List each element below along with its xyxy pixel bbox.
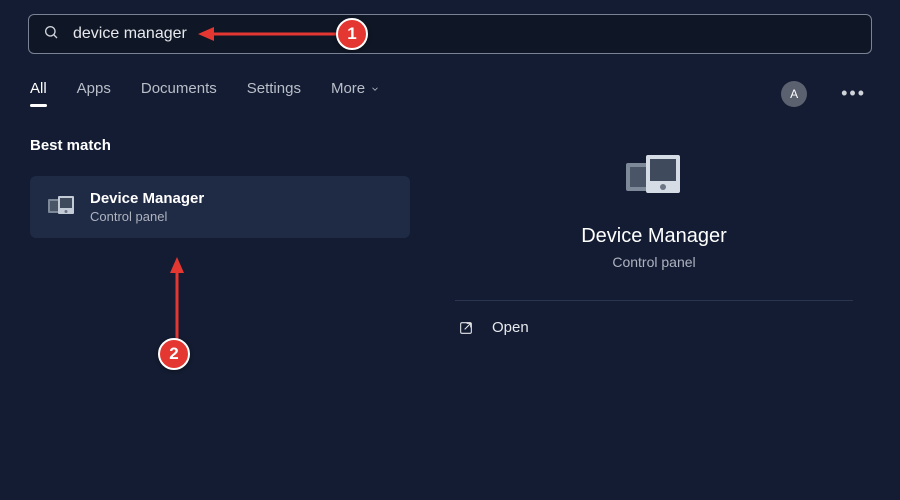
annotation-arrow-1: [198, 23, 340, 45]
open-external-icon: [458, 320, 474, 336]
result-subtitle: Control panel: [90, 209, 204, 224]
annotation-badge-2: 2: [158, 338, 190, 370]
detail-subtitle: Control panel: [612, 254, 695, 270]
device-manager-icon: [48, 194, 74, 220]
tab-settings[interactable]: Settings: [247, 80, 301, 107]
chevron-down-icon: [370, 84, 380, 94]
tab-apps[interactable]: Apps: [77, 80, 111, 107]
search-icon: [43, 24, 59, 45]
user-avatar[interactable]: A: [781, 81, 807, 107]
annotation-arrow-2: [166, 257, 188, 343]
tab-more[interactable]: More: [331, 80, 380, 107]
divider: [455, 300, 852, 301]
search-input[interactable]: [73, 25, 857, 43]
detail-device-manager-icon: [624, 153, 684, 203]
tab-all[interactable]: All: [30, 80, 47, 107]
result-title: Device Manager: [90, 190, 204, 207]
more-options-button[interactable]: •••: [837, 83, 870, 104]
best-match-result[interactable]: Device Manager Control panel: [30, 176, 410, 238]
section-title-best-match: Best match: [30, 137, 410, 154]
search-box[interactable]: [28, 14, 872, 54]
detail-title: Device Manager: [581, 225, 727, 248]
annotation-badge-1: 1: [336, 18, 368, 50]
open-action[interactable]: Open: [458, 319, 529, 336]
tab-documents[interactable]: Documents: [141, 80, 217, 107]
open-label: Open: [492, 319, 529, 336]
tab-more-label: More: [331, 80, 365, 97]
